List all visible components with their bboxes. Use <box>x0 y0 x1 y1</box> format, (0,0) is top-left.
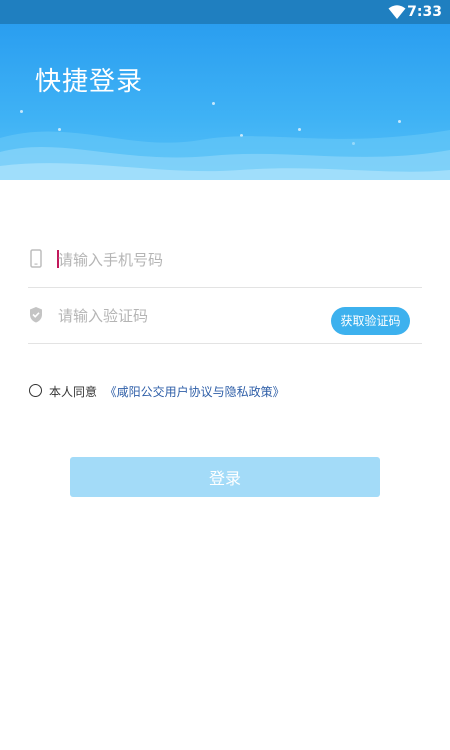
header-banner: 快捷登录 <box>0 24 450 180</box>
status-bar: 7:33 <box>0 0 450 24</box>
agreement-prefix: 本人同意 <box>49 385 98 399</box>
agreement-radio-icon[interactable] <box>29 384 42 397</box>
login-button[interactable]: 登录 <box>70 457 380 497</box>
code-input[interactable] <box>56 297 310 335</box>
wifi-icon <box>388 5 406 19</box>
code-field: 获取验证码 <box>28 287 422 344</box>
agreement-text: 本人同意 《咸阳公交用户协议与隐私政策》 <box>49 383 285 400</box>
header-waves <box>0 130 450 180</box>
phone-icon <box>30 249 42 268</box>
status-time: 7:33 <box>407 4 442 20</box>
shield-icon <box>30 307 42 323</box>
agreement-link[interactable]: 《咸阳公交用户协议与隐私政策》 <box>105 385 285 399</box>
phone-input[interactable] <box>56 241 310 279</box>
phone-field <box>28 231 422 288</box>
get-code-button[interactable]: 获取验证码 <box>331 307 410 335</box>
